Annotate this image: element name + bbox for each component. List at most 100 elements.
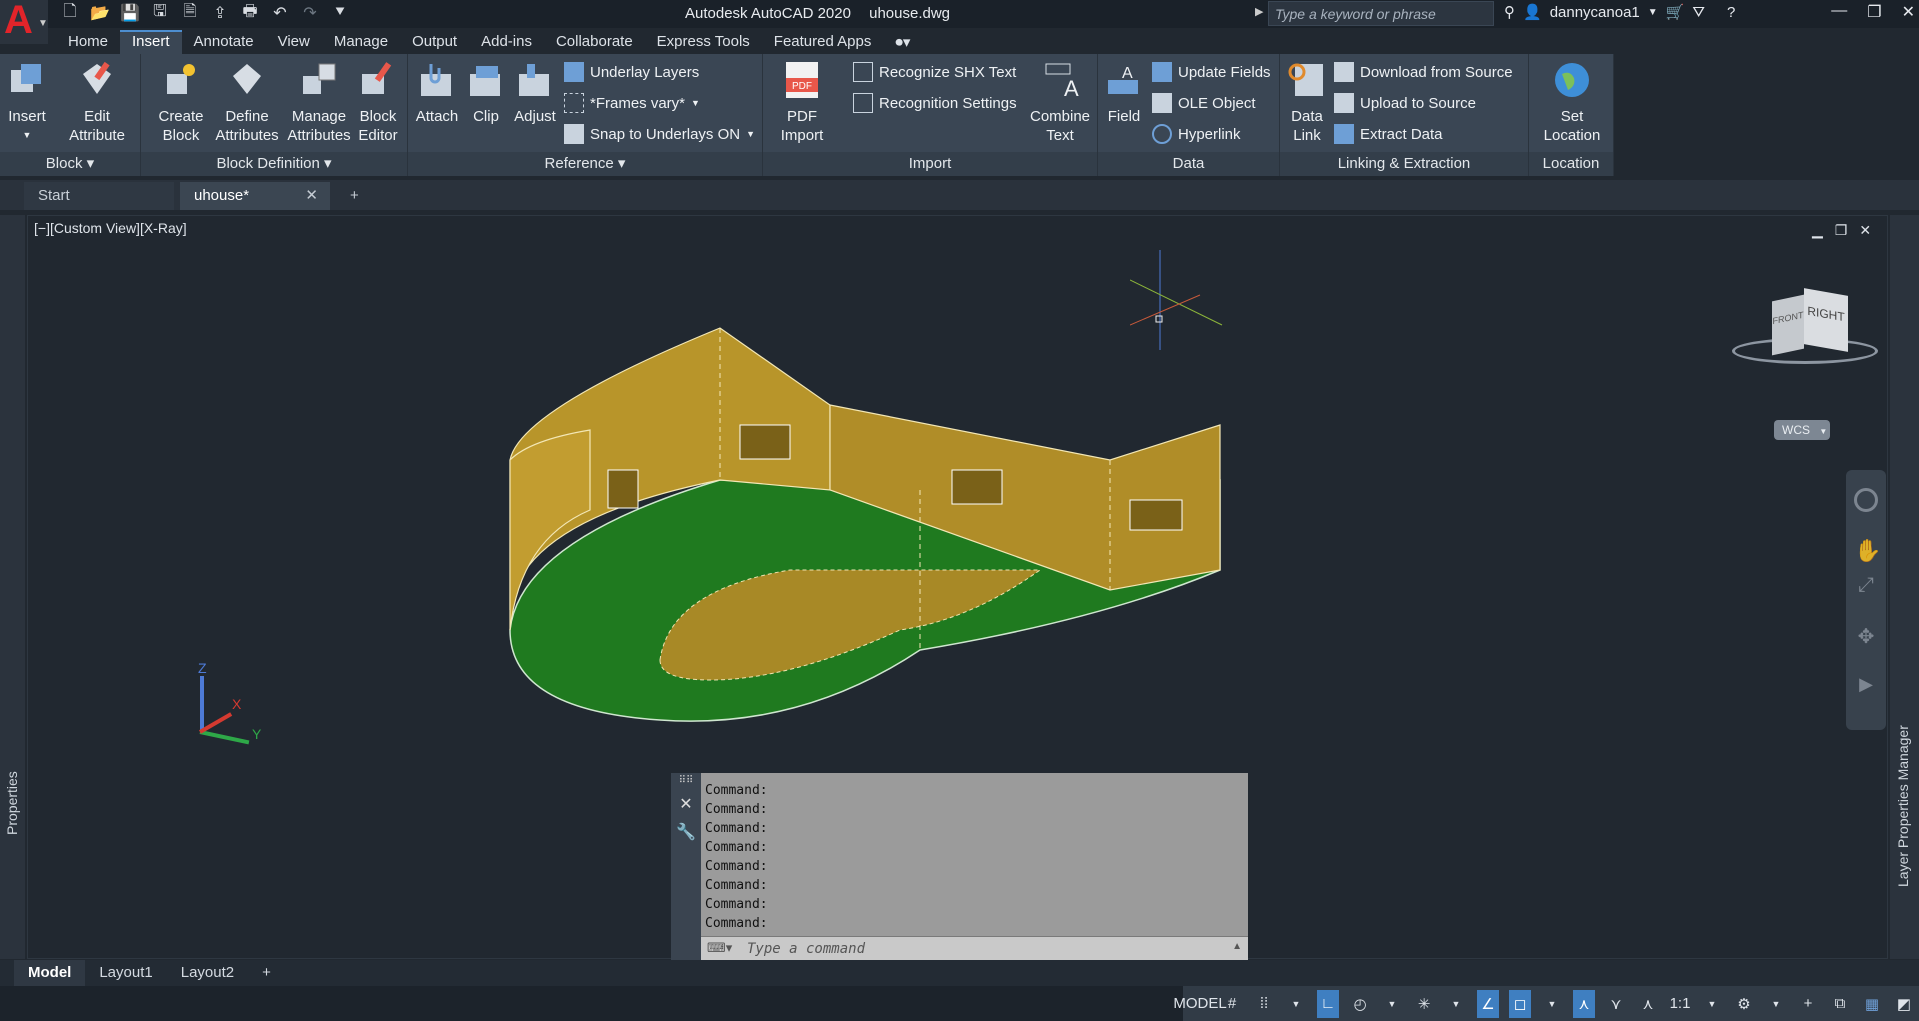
layout-tab-model[interactable]: Model xyxy=(14,960,86,986)
upload-to-source-button[interactable]: Upload to Source xyxy=(1334,93,1476,113)
tab-add-ins[interactable]: Add-ins xyxy=(469,30,544,54)
a360-icon[interactable]: ⛛ xyxy=(1692,4,1705,21)
redo-icon[interactable]: ↷ xyxy=(298,2,322,24)
underlay-layers-button[interactable]: Underlay Layers xyxy=(564,62,699,82)
wcs-dropdown[interactable]: WCS ▼ xyxy=(1774,420,1830,440)
binoculars-icon[interactable]: ⚲ xyxy=(1504,3,1515,21)
panel-reference-label[interactable]: Reference ▾ xyxy=(408,152,762,176)
object-snap-tracking-icon[interactable]: ∠ xyxy=(1477,989,1499,1018)
viewport-restore-icon[interactable]: ❐ xyxy=(1835,222,1848,239)
panel-linking-label[interactable]: Linking & Extraction xyxy=(1280,152,1528,176)
insert-button[interactable]: Insert ▼ xyxy=(4,60,50,145)
define-attributes-button[interactable]: Define Attributes xyxy=(213,60,281,145)
help-icon[interactable]: ? xyxy=(1727,4,1735,21)
plot-icon[interactable]: 🖶 xyxy=(238,2,262,24)
hyperlink-button[interactable]: Hyperlink xyxy=(1152,124,1241,144)
grid-icon[interactable]: # xyxy=(1221,990,1243,1018)
chevron-down-icon[interactable]: ▼ xyxy=(1381,990,1403,1018)
zoom-extents-icon[interactable]: ⤢ xyxy=(1854,574,1878,598)
tab-output[interactable]: Output xyxy=(400,30,469,54)
viewport-minimize-icon[interactable]: ▁ xyxy=(1812,222,1823,239)
clip-button[interactable]: Clip xyxy=(464,60,508,126)
snap-mode-icon[interactable]: ⁞⁞ xyxy=(1253,990,1275,1018)
expand-search-icon[interactable]: ▶ xyxy=(1255,5,1263,18)
layout-tab-layout2[interactable]: Layout2 xyxy=(167,960,248,986)
add-layout-icon[interactable]: + xyxy=(248,960,285,986)
viewport-close-icon[interactable]: ✕ xyxy=(1859,222,1871,239)
plus-icon[interactable]: + xyxy=(1797,990,1819,1018)
download-from-source-button[interactable]: Download from Source xyxy=(1334,62,1513,82)
manage-attributes-button[interactable]: Manage Attributes xyxy=(285,60,353,145)
chevron-down-icon[interactable]: ▼ xyxy=(1445,990,1467,1018)
customize-qat-icon[interactable]: ⯆ xyxy=(328,2,352,24)
polar-tracking-icon[interactable]: ◴ xyxy=(1349,990,1371,1018)
graphics-performance-icon[interactable]: ◩ xyxy=(1893,990,1915,1018)
edit-attribute-button[interactable]: Edit Attribute xyxy=(62,60,132,145)
workspace-gear-icon[interactable]: ⚙ xyxy=(1733,990,1755,1018)
object-snap-icon[interactable]: ◻ xyxy=(1509,989,1531,1018)
viewcube-front-face[interactable]: FRONT xyxy=(1772,294,1804,356)
properties-palette-collapsed[interactable]: Properties xyxy=(0,215,25,959)
tab-view[interactable]: View xyxy=(266,30,322,54)
ole-object-button[interactable]: OLE Object xyxy=(1152,93,1256,113)
tab-express-tools[interactable]: Express Tools xyxy=(645,30,762,54)
tab-manage[interactable]: Manage xyxy=(322,30,400,54)
close-icon[interactable]: ✕ xyxy=(1902,2,1915,22)
user-icon[interactable]: 👤 xyxy=(1523,3,1542,21)
file-tab-start[interactable]: Start xyxy=(24,182,174,210)
tab-insert[interactable]: Insert xyxy=(120,30,182,54)
annotation-scale-icon[interactable]: ⋏ xyxy=(1637,990,1659,1018)
snap-to-underlays-dropdown[interactable]: Snap to Underlays ON ▼ xyxy=(564,124,755,144)
adjust-button[interactable]: Adjust xyxy=(510,60,560,126)
new-tab-icon[interactable]: + xyxy=(344,182,370,210)
recognition-settings-button[interactable]: Recognition Settings xyxy=(853,93,1017,113)
command-input[interactable]: Type a command xyxy=(701,936,1248,960)
block-editor-button[interactable]: Block Editor xyxy=(351,60,405,145)
steering-wheel-icon[interactable] xyxy=(1854,488,1878,512)
recognize-shx-button[interactable]: Recognize SHX Text xyxy=(853,62,1016,82)
undo-icon[interactable]: ↶ xyxy=(268,2,292,24)
restore-icon[interactable]: ❐ xyxy=(1867,2,1881,22)
close-tab-icon[interactable]: ✕ xyxy=(305,182,318,210)
attach-button[interactable]: Attach xyxy=(412,60,462,126)
open-file-icon[interactable]: 📂 xyxy=(88,2,112,24)
username[interactable]: dannycanoa1 xyxy=(1550,4,1640,21)
close-command-icon[interactable]: ✕ xyxy=(671,794,701,814)
set-location-button[interactable]: Set Location xyxy=(1535,60,1609,145)
chevron-down-icon[interactable]: ▼ xyxy=(1648,7,1658,18)
ortho-mode-icon[interactable]: ∟ xyxy=(1317,989,1339,1018)
pan-icon[interactable]: ✋ xyxy=(1854,538,1881,563)
house-3d-model[interactable] xyxy=(500,320,1240,740)
layer-properties-palette-collapsed[interactable]: Layer Properties Manager xyxy=(1890,215,1919,959)
annotation-visibility-icon[interactable]: ⋏ xyxy=(1573,989,1595,1018)
quick-properties-icon[interactable]: ▦ xyxy=(1861,990,1883,1018)
ucs-icon[interactable]: Z X Y xyxy=(190,660,270,750)
auto-scale-icon[interactable]: ⋎ xyxy=(1605,990,1627,1018)
viewport-controls-label[interactable]: [−][Custom View][X-Ray] xyxy=(34,220,187,236)
open-web-icon[interactable]: 🗎 xyxy=(178,2,202,24)
chevron-down-icon[interactable]: ▼ xyxy=(1541,990,1563,1018)
update-fields-button[interactable]: Update Fields xyxy=(1152,62,1271,82)
frames-vary-dropdown[interactable]: *Frames vary* ▼ xyxy=(564,93,700,113)
viewcube[interactable]: FRONT RIGHT xyxy=(1732,288,1878,370)
minimize-icon[interactable]: — xyxy=(1831,2,1847,22)
isodraft-icon[interactable]: ✳ xyxy=(1413,990,1435,1018)
data-link-button[interactable]: Data Link xyxy=(1284,60,1330,145)
model-space-toggle[interactable]: MODEL xyxy=(1173,990,1226,1018)
orbit-icon[interactable]: ✥ xyxy=(1854,624,1878,648)
panel-import-label[interactable]: Import xyxy=(763,152,1097,176)
new-file-icon[interactable]: 🗋 xyxy=(58,2,82,24)
panel-location-label[interactable]: Location xyxy=(1529,152,1613,176)
viewcube-right-face[interactable]: RIGHT xyxy=(1804,288,1848,352)
chevron-down-icon[interactable]: ▼ xyxy=(1285,990,1307,1018)
combine-text-button[interactable]: A Combine Text xyxy=(1025,60,1095,145)
tab-home[interactable]: Home xyxy=(56,30,120,54)
showmotion-icon[interactable]: ▶ xyxy=(1854,674,1878,698)
layout-tab-layout1[interactable]: Layout1 xyxy=(85,960,166,986)
pdf-import-button[interactable]: PDF PDF Import xyxy=(767,60,837,145)
panel-data-label[interactable]: Data xyxy=(1098,152,1279,176)
grip-icon[interactable]: ⠿⠿ xyxy=(671,775,701,786)
chevron-down-icon[interactable]: ▼ xyxy=(1765,990,1787,1018)
annotation-scale-value[interactable]: 1:1 xyxy=(1669,990,1691,1018)
search-input[interactable]: Type a keyword or phrase xyxy=(1268,1,1494,26)
